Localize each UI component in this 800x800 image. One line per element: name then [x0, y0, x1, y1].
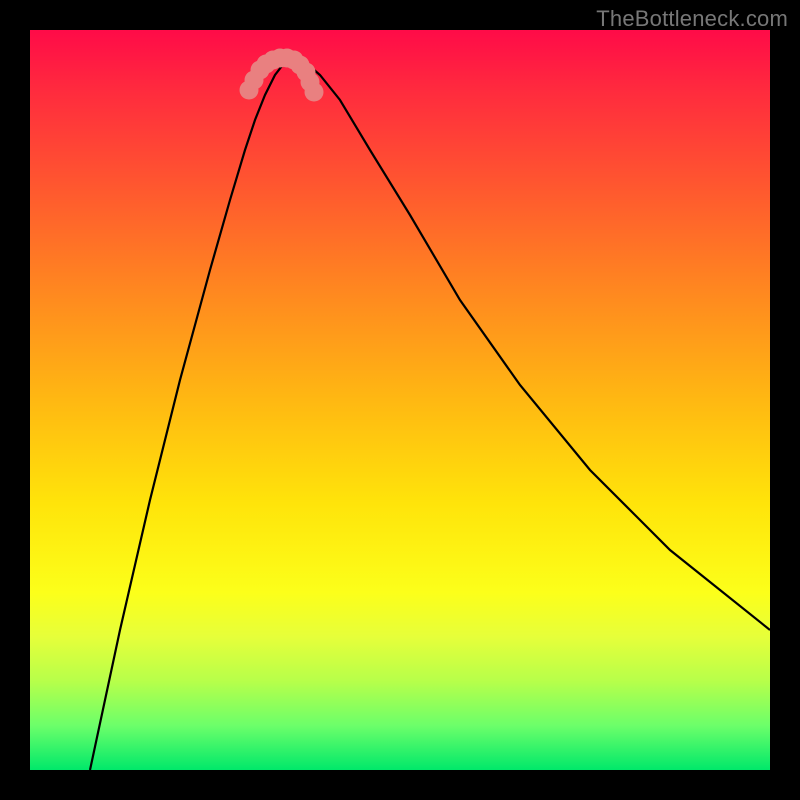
optimal-curve-line [90, 58, 770, 770]
chart-svg [30, 30, 770, 770]
watermark-text: TheBottleneck.com [596, 6, 788, 32]
marker-blob [240, 49, 324, 102]
marker-dot [305, 83, 324, 102]
plot-area [30, 30, 770, 770]
